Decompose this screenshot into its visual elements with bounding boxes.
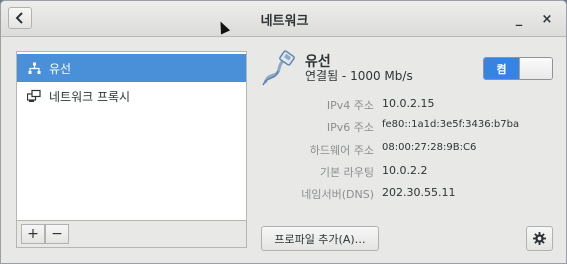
- toggle-on-label: 켬: [484, 58, 519, 79]
- detail-label: IPv4 주소: [326, 99, 374, 112]
- detail-label: 기본 라우팅: [319, 166, 374, 179]
- gear-icon: [533, 232, 546, 245]
- sidebar-item-wired[interactable]: 유선: [17, 54, 246, 82]
- detail-value: 08:00:27:28:9B:C6: [382, 142, 477, 153]
- detail-row-hardware-address: 하드웨어 주소 08:00:27:28:9B:C6: [261, 142, 561, 158]
- ethernet-cable-icon: [262, 50, 295, 86]
- close-icon: ×: [541, 11, 553, 27]
- add-profile-button[interactable]: 프로파일 추가(A)…: [261, 226, 379, 251]
- detail-label: 하드웨어 주소: [309, 144, 374, 157]
- window-title: 네트워크: [260, 14, 309, 29]
- minimize-icon: _: [515, 11, 523, 27]
- connection-status: 연결됨 - 1000 Mb/s: [305, 69, 413, 83]
- add-connection-button[interactable]: +: [21, 224, 45, 244]
- detail-label: IPv6 주소: [326, 121, 374, 134]
- list-toolbar: + −: [17, 220, 246, 247]
- network-settings-window: 네트워크 _ × 유선 네트워크 프록시 + − 유선 연결됨 - 1000 M…: [0, 0, 567, 264]
- network-proxy-icon: [26, 88, 42, 104]
- detail-value: 202.30.55.11: [382, 186, 456, 199]
- wired-network-icon: [26, 60, 42, 76]
- sidebar-item-label: 유선: [49, 61, 72, 76]
- detail-value: 10.0.2.15: [382, 97, 435, 110]
- detail-label: 네임서버(DNS): [301, 188, 374, 201]
- minimize-button[interactable]: _: [509, 9, 529, 29]
- detail-value: 10.0.2.2: [382, 164, 428, 177]
- settings-button[interactable]: [526, 226, 553, 251]
- detail-value: fe80::1a1d:3e5f:3436:b7ba: [382, 119, 520, 130]
- remove-connection-button[interactable]: −: [45, 224, 69, 244]
- toggle-knob[interactable]: [519, 58, 552, 79]
- detail-row-default-route: 기본 라우팅 10.0.2.2: [261, 164, 561, 180]
- sidebar-item-network-proxy[interactable]: 네트워크 프록시: [17, 82, 246, 110]
- title-bar: 네트워크 _ ×: [1, 1, 566, 37]
- connection-list-panel: 유선 네트워크 프록시 + −: [16, 51, 247, 248]
- detail-row-ipv4: IPv4 주소 10.0.2.15: [261, 97, 561, 113]
- detail-row-ipv6: IPv6 주소 fe80::1a1d:3e5f:3436:b7ba: [261, 119, 561, 135]
- detail-row-dns: 네임서버(DNS) 202.30.55.11: [261, 186, 561, 202]
- close-button[interactable]: ×: [537, 9, 557, 29]
- minus-icon: −: [51, 226, 63, 242]
- plus-icon: +: [27, 226, 39, 242]
- sidebar-item-label: 네트워크 프록시: [49, 89, 131, 104]
- connection-toggle[interactable]: 켬: [483, 57, 553, 80]
